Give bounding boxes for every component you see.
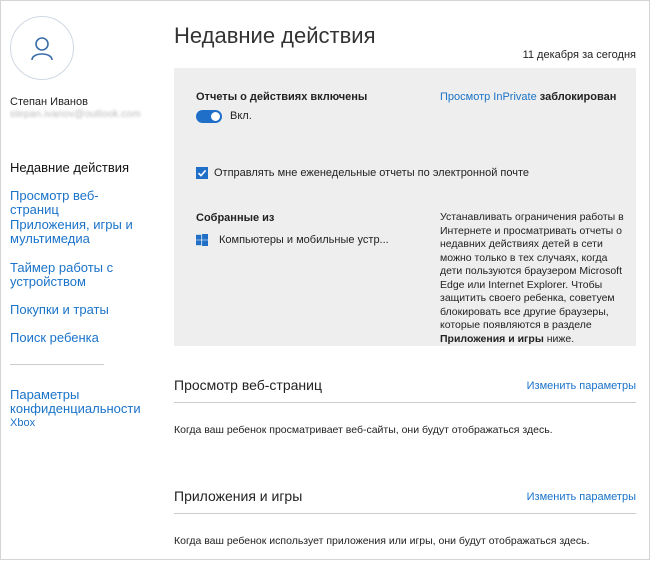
activity-reports-toggle[interactable]	[196, 110, 222, 123]
toggle-state-label: Вкл.	[230, 110, 252, 122]
weekly-email-label[interactable]: Отправлять мне еженедельные отчеты по эл…	[214, 167, 529, 179]
apps-games-section-title: Приложения и игры	[174, 488, 303, 504]
toggle-knob	[211, 112, 220, 121]
sidebar-item-web-browsing[interactable]: Просмотр веб-страниц	[10, 189, 145, 217]
sidebar-item-privacy-xbox[interactable]: Xbox	[10, 416, 145, 430]
apps-games-section-divider	[174, 513, 636, 514]
inprivate-status-text: заблокирован	[539, 91, 617, 103]
user-avatar[interactable]	[10, 16, 74, 80]
web-browsing-section-divider	[174, 402, 636, 403]
sidebar-item-privacy-settings[interactable]: Параметры конфиденциальности	[10, 388, 145, 416]
sidebar-item-purchases[interactable]: Покупки и траты	[10, 303, 145, 317]
sidebar-item-find-child[interactable]: Поиск ребенка	[10, 331, 145, 345]
web-browsing-change-settings-link[interactable]: Изменить параметры	[527, 380, 636, 392]
browser-note-text: Устанавливать ограничения работы в Интер…	[440, 211, 624, 331]
web-browsing-empty-text: Когда ваш ребенок просматривает веб-сайт…	[174, 424, 553, 436]
person-icon	[31, 37, 53, 61]
browser-note-tail: ниже.	[546, 332, 575, 345]
browser-note-bold: Приложения и игры	[440, 332, 544, 345]
user-email: stepan.ivanov@outlook.com	[10, 109, 141, 120]
windows-icon	[196, 234, 208, 246]
sidebar-item-recent-activity[interactable]: Недавние действия	[10, 161, 145, 175]
devices-text: Компьютеры и мобильные устр...	[219, 234, 389, 246]
apps-games-empty-text: Когда ваш ребенок использует приложения …	[174, 535, 590, 547]
activity-reports-label: Отчеты о действиях включены	[196, 91, 368, 103]
inprivate-link[interactable]: Просмотр InPrivate	[440, 91, 537, 103]
weekly-email-checkbox[interactable]	[196, 167, 208, 179]
inprivate-status: Просмотр InPrivate заблокирован	[440, 91, 616, 103]
apps-games-change-settings-link[interactable]: Изменить параметры	[527, 491, 636, 503]
browser-note: Устанавливать ограничения работы в Интер…	[440, 211, 626, 346]
activity-settings-panel: Отчеты о действиях включены Вкл. Просмот…	[174, 68, 636, 346]
sidebar: Степан Иванов stepan.ivanov@outlook.com …	[0, 0, 150, 560]
sidebar-item-apps-games[interactable]: Приложения, игры и мультимедиа	[10, 218, 145, 246]
web-browsing-section-title: Просмотр веб-страниц	[174, 377, 322, 393]
user-name: Степан Иванов	[10, 96, 88, 108]
sidebar-divider	[10, 364, 104, 365]
date-range[interactable]: 11 декабря за сегодня	[523, 49, 636, 61]
page-title: Недавние действия	[174, 23, 376, 48]
collected-from-label: Собранные из	[196, 212, 275, 224]
sidebar-item-screen-time[interactable]: Таймер работы с устройством	[10, 261, 145, 289]
checkmark-icon	[197, 169, 207, 177]
